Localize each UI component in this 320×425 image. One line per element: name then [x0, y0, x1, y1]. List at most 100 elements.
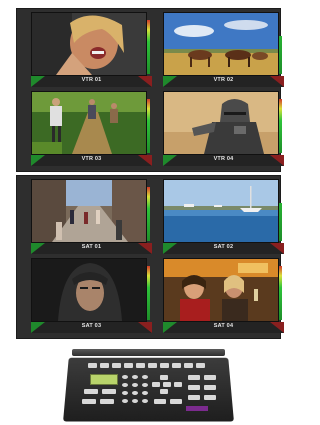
- source-label: VTR 04: [213, 156, 234, 162]
- keypad-nav-key[interactable]: [152, 382, 160, 387]
- source-label-bar: SAT 01: [31, 243, 152, 254]
- tally-red-indicator: [138, 243, 152, 254]
- keypad-key[interactable]: [100, 363, 109, 368]
- keypad-number-key[interactable]: [132, 383, 138, 387]
- audio-level-meter: [147, 20, 150, 74]
- video-thumbnail: [163, 12, 279, 76]
- keypad-key[interactable]: [188, 385, 200, 390]
- source-label: SAT 01: [81, 244, 102, 250]
- keypad-key[interactable]: [170, 399, 182, 404]
- audio-level-meter: [279, 36, 282, 74]
- tally-red-indicator: [138, 76, 152, 87]
- keypad-number-key[interactable]: [132, 375, 138, 379]
- keypad-lcd-display: [90, 374, 118, 385]
- keypad-key[interactable]: [204, 375, 216, 380]
- source-label: SAT 02: [213, 244, 234, 250]
- keypad-number-key[interactable]: [122, 399, 128, 403]
- source-label-bar: SAT 02: [163, 243, 284, 254]
- tally-green-indicator: [163, 155, 177, 166]
- keypad-key[interactable]: [154, 399, 166, 404]
- tally-green-indicator: [163, 322, 177, 333]
- keypad-key[interactable]: [188, 375, 200, 380]
- monitor-wall-top: VTR 01 VTR 02 VTR 03 VTR 04: [16, 8, 284, 172]
- keypad-key[interactable]: [160, 363, 169, 368]
- tally-red-indicator: [270, 155, 284, 166]
- tally-red-indicator: [270, 243, 284, 254]
- keypad-number-key[interactable]: [142, 399, 148, 403]
- keypad-number-key[interactable]: [132, 391, 138, 395]
- source-label-bar: SAT 03: [31, 322, 152, 333]
- tally-red-indicator: [270, 76, 284, 87]
- keypad-key[interactable]: [124, 363, 133, 368]
- keypad-key[interactable]: [188, 395, 200, 400]
- keypad-number-key[interactable]: [142, 383, 148, 387]
- source-tile-sat-03[interactable]: SAT 03: [31, 258, 152, 337]
- keypad-key[interactable]: [204, 385, 216, 390]
- keypad-top-edge: [72, 349, 225, 356]
- keypad-key[interactable]: [100, 399, 114, 404]
- audio-level-meter: [279, 99, 282, 153]
- video-thumbnail: [163, 91, 279, 155]
- source-label: VTR 01: [81, 77, 102, 83]
- keypad-nav-key[interactable]: [160, 375, 168, 380]
- keypad-key[interactable]: [84, 389, 98, 394]
- tally-green-indicator: [31, 76, 45, 87]
- source-tile-sat-01[interactable]: SAT 01: [31, 179, 152, 258]
- source-label-bar: VTR 04: [163, 155, 284, 166]
- keypad-number-key[interactable]: [122, 391, 128, 395]
- keypad-number-key[interactable]: [122, 383, 128, 387]
- tally-green-indicator: [163, 243, 177, 254]
- audio-level-meter: [279, 266, 282, 320]
- keypad-key[interactable]: [136, 363, 145, 368]
- keypad-key[interactable]: [82, 399, 96, 404]
- tally-red-indicator: [138, 322, 152, 333]
- audio-level-meter: [147, 266, 150, 320]
- keypad-key[interactable]: [204, 395, 216, 400]
- source-label-bar: VTR 02: [163, 76, 284, 87]
- source-tile-vtr-04[interactable]: VTR 04: [163, 91, 284, 170]
- source-label-bar: VTR 01: [31, 76, 152, 87]
- source-label: SAT 04: [213, 323, 234, 329]
- source-tile-vtr-03[interactable]: VTR 03: [31, 91, 152, 170]
- keypad-key[interactable]: [88, 363, 97, 368]
- keypad-key[interactable]: [172, 363, 181, 368]
- keypad-number-key[interactable]: [122, 375, 128, 379]
- source-tile-vtr-01[interactable]: VTR 01: [31, 12, 152, 91]
- audio-level-meter: [279, 203, 282, 241]
- tally-green-indicator: [163, 76, 177, 87]
- keypad-key[interactable]: [196, 363, 205, 368]
- tally-red-indicator: [270, 322, 284, 333]
- keypad-number-key[interactable]: [132, 399, 138, 403]
- audio-level-meter: [147, 99, 150, 153]
- source-label-bar: VTR 03: [31, 155, 152, 166]
- keypad-key[interactable]: [112, 363, 121, 368]
- video-thumbnail: [31, 258, 147, 322]
- source-tile-vtr-02[interactable]: VTR 02: [163, 12, 284, 91]
- keypad-key[interactable]: [102, 389, 116, 394]
- control-keypad: [63, 349, 234, 422]
- tally-green-indicator: [31, 243, 45, 254]
- video-thumbnail: [163, 179, 279, 243]
- keypad-number-key[interactable]: [142, 391, 148, 395]
- keypad-key[interactable]: [184, 363, 193, 368]
- keypad-nav-key[interactable]: [163, 382, 171, 387]
- tally-green-indicator: [31, 322, 45, 333]
- source-label: VTR 02: [213, 77, 234, 83]
- keypad-nav-key[interactable]: [160, 389, 168, 394]
- video-thumbnail: [31, 12, 147, 76]
- keypad-nav-key[interactable]: [174, 382, 182, 387]
- keypad-number-key[interactable]: [142, 375, 148, 379]
- video-thumbnail: [163, 258, 279, 322]
- source-tile-sat-02[interactable]: SAT 02: [163, 179, 284, 258]
- keypad-brand-badge: [186, 406, 208, 411]
- video-thumbnail: [31, 91, 147, 155]
- tally-red-indicator: [138, 155, 152, 166]
- source-label: SAT 03: [81, 323, 102, 329]
- source-label-bar: SAT 04: [163, 322, 284, 333]
- source-label: VTR 03: [81, 156, 102, 162]
- keypad-key[interactable]: [148, 363, 157, 368]
- monitor-wall-bottom: SAT 01 SAT 02 SAT 03 SAT 04: [16, 175, 284, 339]
- source-tile-sat-04[interactable]: SAT 04: [163, 258, 284, 337]
- video-thumbnail: [31, 179, 147, 243]
- tally-green-indicator: [31, 155, 45, 166]
